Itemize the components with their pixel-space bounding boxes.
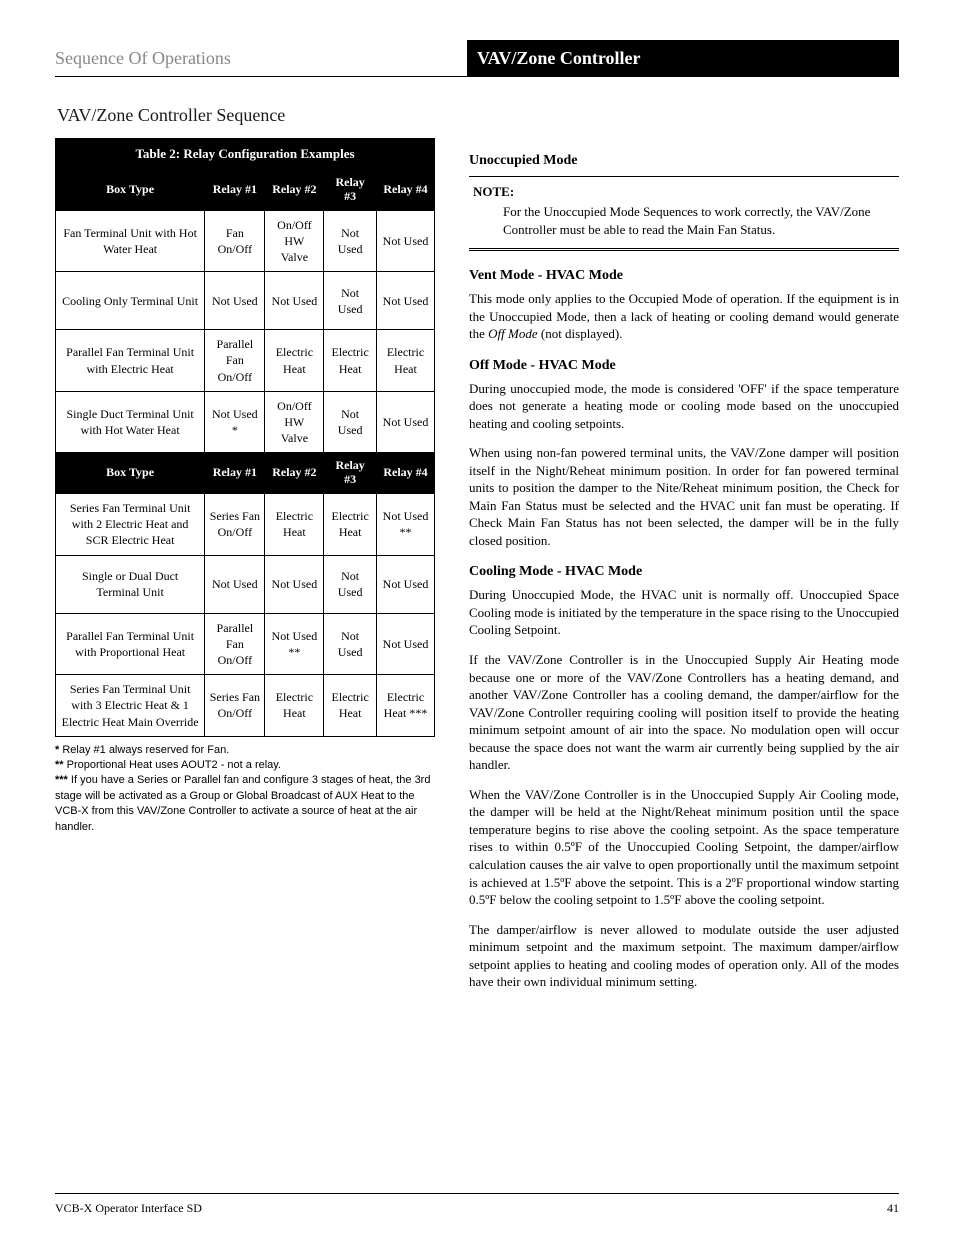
para-vent: This mode only applies to the Occupied M… xyxy=(469,290,899,343)
table-row: Parallel Fan Terminal Unit with Proporti… xyxy=(56,613,435,675)
section-title: VAV/Zone Controller Sequence xyxy=(57,103,899,127)
subhead-vent: Vent Mode - HVAC Mode xyxy=(469,267,899,286)
header-bar: Sequence Of Operations VAV/Zone Controll… xyxy=(55,40,899,77)
table-footnotes: * Relay #1 always reserved for Fan. ** P… xyxy=(55,743,435,835)
col-header: Relay #1 xyxy=(205,170,265,211)
footer-right: 41 xyxy=(887,1200,899,1216)
para-off-2: When using non-fan powered terminal unit… xyxy=(469,444,899,549)
table-subheader: Box Type Relay #1 Relay #2 Relay #3 Rela… xyxy=(56,453,435,494)
table-row: Parallel Fan Terminal Unit with Electric… xyxy=(56,330,435,392)
table-row: Fan Terminal Unit with Hot Water Heat Fa… xyxy=(56,210,435,272)
col-header: Relay #2 xyxy=(265,170,324,211)
col-header: Box Type xyxy=(56,170,205,211)
col-header: Relay #4 xyxy=(377,170,435,211)
table-row: Single Duct Terminal Unit with Hot Water… xyxy=(56,391,435,453)
note-box: NOTE: For the Unoccupied Mode Sequences … xyxy=(469,176,899,251)
para-cool-2: If the VAV/Zone Controller is in the Uno… xyxy=(469,651,899,774)
header-left: Sequence Of Operations xyxy=(55,46,467,76)
note-body: For the Unoccupied Mode Sequences to wor… xyxy=(503,203,895,238)
footer-bar: VCB-X Operator Interface SD 41 xyxy=(55,1193,899,1216)
left-column: Table 2: Relay Configuration Examples Bo… xyxy=(55,138,435,835)
footer-left: VCB-X Operator Interface SD xyxy=(55,1200,202,1216)
col-header: Relay #3 xyxy=(324,170,377,211)
header-right: VAV/Zone Controller xyxy=(467,40,899,76)
note-label: NOTE: xyxy=(473,183,895,201)
table-row: Series Fan Terminal Unit with 2 Electric… xyxy=(56,494,435,556)
para-cool-1: During Unoccupied Mode, the HVAC unit is… xyxy=(469,586,899,639)
table-row: Single or Dual Duct Terminal Unit Not Us… xyxy=(56,555,435,613)
table-row: Cooling Only Terminal Unit Not Used Not … xyxy=(56,272,435,330)
table-caption: Table 2: Relay Configuration Examples xyxy=(55,138,435,170)
para-off-1: During unoccupied mode, the mode is cons… xyxy=(469,380,899,433)
para-cool-3: When the VAV/Zone Controller is in the U… xyxy=(469,786,899,909)
table-row: Series Fan Terminal Unit with 3 Electric… xyxy=(56,675,435,737)
subhead-cooling: Cooling Mode - HVAC Mode xyxy=(469,563,899,582)
para-cool-4: The damper/airflow is never allowed to m… xyxy=(469,921,899,991)
subhead-off: Off Mode - HVAC Mode xyxy=(469,357,899,376)
right-column: Unoccupied Mode NOTE: For the Unoccupied… xyxy=(469,138,899,1003)
relay-config-table: Table 2: Relay Configuration Examples Bo… xyxy=(55,138,435,737)
subhead-unoccupied: Unoccupied Mode xyxy=(469,152,899,171)
